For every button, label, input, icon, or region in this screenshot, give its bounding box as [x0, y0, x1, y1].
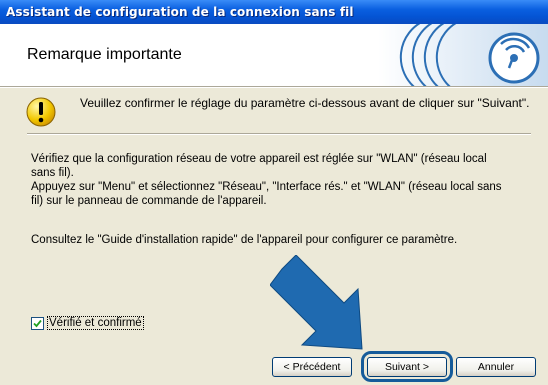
- cancel-button[interactable]: Annuler: [456, 357, 536, 377]
- page-title: Remarque importante: [27, 46, 182, 63]
- back-button[interactable]: < Précédent: [272, 357, 352, 377]
- window-title: Assistant de configuration de la connexi…: [0, 0, 548, 24]
- dialog-window: Assistant de configuration de la connexi…: [0, 0, 548, 385]
- instruction-text-2: Appuyez sur "Menu" et sélectionnez "Rése…: [31, 181, 502, 207]
- checkmark-icon: [33, 319, 42, 327]
- warning-text: Veuillez confirmer le réglage du paramèt…: [80, 96, 530, 110]
- section-divider: [27, 133, 531, 135]
- checkbox-box[interactable]: [31, 316, 44, 330]
- arrow-pointer-icon: [270, 255, 363, 350]
- instruction-text-1: Vérifiez que la configuration réseau de …: [31, 153, 487, 179]
- header-divider: [0, 86, 548, 88]
- instruction-text-3: Consultez le "Guide d'installation rapid…: [31, 234, 458, 246]
- wireless-logo-icon: [378, 24, 548, 86]
- checkbox-label: Vérifié et confirmé: [47, 316, 144, 330]
- confirm-checkbox[interactable]: Vérifié et confirmé: [31, 316, 144, 330]
- warning-icon: [26, 97, 56, 127]
- next-button[interactable]: Suivant >: [367, 357, 447, 377]
